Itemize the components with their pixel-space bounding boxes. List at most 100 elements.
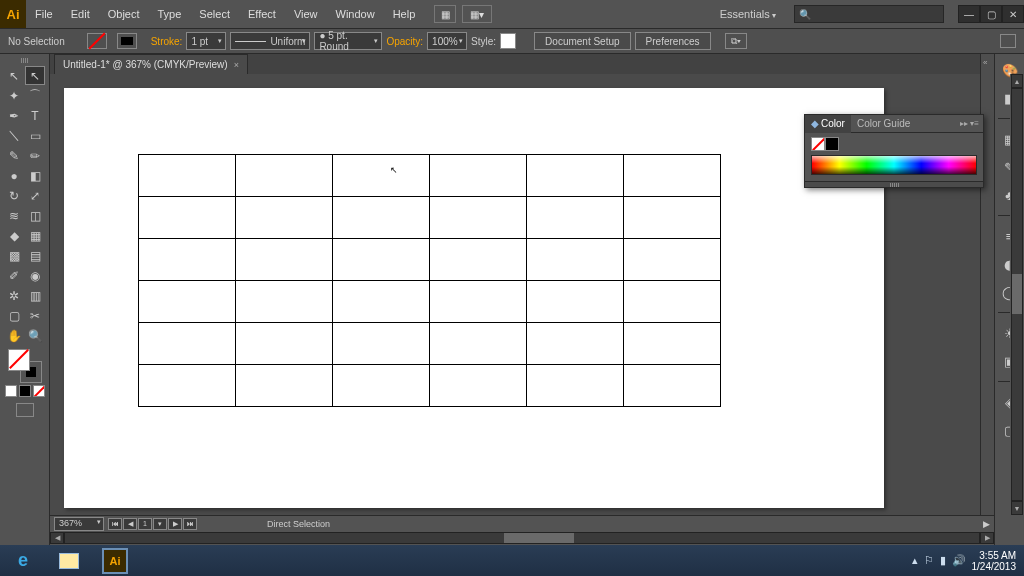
network-icon[interactable]: ▮ [940, 554, 946, 567]
shape-builder-tool-icon[interactable]: ◆ [4, 226, 24, 245]
h-scroll-thumb[interactable] [504, 533, 574, 543]
action-center-icon[interactable]: ⚐ [924, 554, 934, 567]
color-panel-header[interactable]: ◆Color Color Guide ▸▸ ▾≡ [805, 115, 983, 133]
color-guide-tab[interactable]: Color Guide [851, 115, 916, 133]
menu-view[interactable]: View [285, 0, 327, 28]
arrange-documents-icon[interactable]: ▦▾ [462, 5, 492, 23]
fill-swatch[interactable] [87, 33, 107, 49]
width-tool-icon[interactable]: ≋ [4, 206, 24, 225]
scroll-right-icon[interactable]: ▶ [980, 532, 994, 544]
drawn-grid[interactable] [138, 154, 721, 407]
symbol-sprayer-tool-icon[interactable]: ✲ [4, 286, 24, 305]
help-search-input[interactable]: 🔍 [794, 5, 944, 23]
prev-artboard-icon[interactable]: ◀ [123, 518, 137, 530]
h-scroll-track[interactable] [64, 532, 980, 544]
selection-tool-icon[interactable]: ↖ [4, 66, 24, 85]
zoom-tool-icon[interactable]: 🔍 [25, 326, 45, 345]
menu-window[interactable]: Window [327, 0, 384, 28]
fill-stroke-indicator[interactable] [8, 349, 42, 383]
taskbar-illustrator[interactable]: Ai [92, 545, 138, 576]
mesh-tool-icon[interactable]: ▩ [4, 246, 24, 265]
menu-help[interactable]: Help [384, 0, 425, 28]
opacity-label[interactable]: Opacity: [386, 36, 423, 47]
last-artboard-icon[interactable]: ⏭ [183, 518, 197, 530]
gradient-tool-icon[interactable]: ▤ [25, 246, 45, 265]
v-scroll-track[interactable] [1011, 88, 1023, 501]
stroke-swatch[interactable] [117, 33, 137, 49]
paintbrush-tool-icon[interactable]: ✎ [4, 146, 24, 165]
collapse-panel-icon[interactable]: ▸▸ ▾≡ [956, 119, 983, 128]
blob-brush-tool-icon[interactable]: ● [4, 166, 24, 185]
scale-tool-icon[interactable]: ⤢ [25, 186, 45, 205]
graphic-style-dropdown[interactable] [500, 33, 516, 49]
minimize-button[interactable]: — [958, 5, 980, 23]
fill-box[interactable] [8, 349, 30, 371]
vertical-scrollbar[interactable]: ▲ ▼ [1010, 74, 1024, 515]
column-graph-tool-icon[interactable]: ▥ [25, 286, 45, 305]
v-scroll-thumb[interactable] [1012, 274, 1022, 314]
stroke-label[interactable]: Stroke: [151, 36, 183, 47]
taskbar-ie[interactable]: e [0, 545, 46, 576]
horizontal-scrollbar[interactable]: ◀ ▶ [50, 531, 994, 545]
menu-type[interactable]: Type [149, 0, 191, 28]
menu-object[interactable]: Object [99, 0, 149, 28]
bridge-icon[interactable]: ▦ [434, 5, 456, 23]
scroll-down-icon[interactable]: ▼ [1011, 501, 1023, 515]
volume-icon[interactable]: 🔊 [952, 554, 966, 567]
eraser-tool-icon[interactable]: ◧ [25, 166, 45, 185]
menu-file[interactable]: File [26, 0, 62, 28]
color-mode-gradient-icon[interactable] [19, 385, 31, 397]
panel-resize-grip[interactable] [805, 181, 983, 187]
pen-tool-icon[interactable]: ✒ [4, 106, 24, 125]
panel-gripper[interactable] [10, 58, 40, 64]
eyedropper-tool-icon[interactable]: ✐ [4, 266, 24, 285]
scroll-left-icon[interactable]: ◀ [50, 532, 64, 544]
expand-strip-icon[interactable]: « [983, 58, 987, 67]
zoom-dropdown[interactable]: 367% [54, 517, 104, 531]
menu-effect[interactable]: Effect [239, 0, 285, 28]
control-panel-menu-icon[interactable] [1000, 34, 1016, 48]
document-setup-button[interactable]: Document Setup [534, 32, 631, 50]
line-segment-tool-icon[interactable]: ＼ [4, 126, 24, 145]
maximize-button[interactable]: ▢ [980, 5, 1002, 23]
artboard-number-dropdown-icon[interactable]: ▾ [153, 518, 167, 530]
screen-mode-icon[interactable] [16, 403, 34, 417]
taskbar-clock[interactable]: 3:55 AM 1/24/2013 [972, 550, 1017, 572]
variable-width-profile-dropdown[interactable]: Uniform [230, 32, 310, 50]
rectangle-tool-icon[interactable]: ▭ [25, 126, 45, 145]
first-artboard-icon[interactable]: ⏮ [108, 518, 122, 530]
pencil-tool-icon[interactable]: ✏ [25, 146, 45, 165]
close-button[interactable]: ✕ [1002, 5, 1024, 23]
menu-edit[interactable]: Edit [62, 0, 99, 28]
scroll-up-icon[interactable]: ▲ [1011, 74, 1023, 88]
free-transform-tool-icon[interactable]: ◫ [25, 206, 45, 225]
brush-definition-dropdown[interactable]: ● 5 pt. Round [314, 32, 382, 50]
lasso-tool-icon[interactable]: ⌒ [25, 86, 45, 105]
stroke-weight-dropdown[interactable]: 1 pt [186, 32, 226, 50]
show-hidden-icons-icon[interactable]: ▴ [912, 554, 918, 567]
preferences-button[interactable]: Preferences [635, 32, 711, 50]
rotate-tool-icon[interactable]: ↻ [4, 186, 24, 205]
slice-tool-icon[interactable]: ✂ [25, 306, 45, 325]
close-tab-icon[interactable]: × [234, 60, 239, 70]
artboard-tool-icon[interactable]: ▢ [4, 306, 24, 325]
color-mode-none-icon[interactable] [33, 385, 45, 397]
color-panel[interactable]: ◆Color Color Guide ▸▸ ▾≡ [804, 114, 984, 188]
color-tab[interactable]: ◆Color [805, 115, 851, 133]
magic-wand-tool-icon[interactable]: ✦ [4, 86, 24, 105]
perspective-grid-tool-icon[interactable]: ▦ [25, 226, 45, 245]
document-tab[interactable]: Untitled-1* @ 367% (CMYK/Preview) × [54, 54, 248, 74]
align-to-dropdown[interactable]: ⧉▾ [725, 33, 747, 49]
type-tool-icon[interactable]: T [25, 106, 45, 125]
menu-select[interactable]: Select [190, 0, 239, 28]
direct-selection-tool-icon[interactable]: ↖ [25, 66, 45, 85]
workspace-switcher[interactable]: Essentials [712, 8, 784, 20]
blend-tool-icon[interactable]: ◉ [25, 266, 45, 285]
artboard-number[interactable]: 1 [138, 518, 152, 530]
opacity-dropdown[interactable]: 100% [427, 32, 467, 50]
panel-fill-stroke[interactable] [811, 137, 977, 151]
color-spectrum[interactable] [811, 155, 977, 175]
hand-tool-icon[interactable]: ✋ [4, 326, 24, 345]
artboard[interactable]: ↖ [64, 88, 884, 508]
color-mode-color-icon[interactable] [5, 385, 17, 397]
